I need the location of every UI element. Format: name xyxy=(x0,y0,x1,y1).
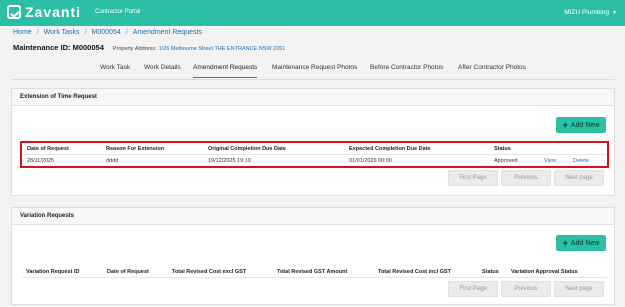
tab-after-contractor-photos[interactable]: After Contractor Photos xyxy=(458,64,526,78)
variation-add-new-button[interactable]: + Add New xyxy=(556,235,606,251)
organisation-menu[interactable]: MIZU Plumbing ▼ xyxy=(564,9,617,16)
extension-panel: Extension of Time Request + Add New Date … xyxy=(11,88,615,196)
plus-icon: + xyxy=(562,238,568,248)
col-expected-due: Expected Completion Due Date xyxy=(349,146,431,152)
breadcrumb-task-id[interactable]: M000054 xyxy=(92,29,121,36)
organisation-name: MIZU Plumbing xyxy=(564,9,610,16)
breadcrumb: Home / Work Tasks / M000054 / Amendment … xyxy=(13,27,202,37)
col-revised-cost-incl: Total Revised Cost incl GST xyxy=(378,269,451,275)
chevron-down-icon: ▼ xyxy=(612,10,617,16)
check-icon xyxy=(7,5,21,19)
col-variation-approval-status: Variation Approval Status xyxy=(511,269,578,275)
breadcrumb-separator: / xyxy=(125,28,128,36)
top-bar: Zavanti Contractor Portal MIZU Plumbing ▼ xyxy=(0,0,625,26)
portal-label: Contractor Portal xyxy=(95,9,141,15)
variation-panel: Variation Requests + Add New Variation Re… xyxy=(11,207,615,305)
previous-page-button[interactable]: Previous xyxy=(501,281,551,297)
view-link[interactable]: View xyxy=(544,158,556,164)
cell-status: Approved xyxy=(494,158,518,164)
previous-page-button[interactable]: Previous xyxy=(501,170,551,186)
col-revised-cost-excl: Total Revised Cost excl GST xyxy=(172,269,247,275)
cell-expected-due: 01/01/2026 00:00 xyxy=(349,158,392,164)
next-page-button[interactable]: Next page xyxy=(554,170,604,186)
logo-text: Zavanti xyxy=(25,4,82,20)
row-divider xyxy=(22,154,607,155)
plus-icon: + xyxy=(562,120,568,130)
breadcrumb-work-tasks[interactable]: Work Tasks xyxy=(44,29,80,36)
cell-date: 28/11/2025 xyxy=(27,158,55,164)
tab-amendment-requests[interactable]: Amendment Requests xyxy=(193,64,258,78)
tab-bar: Work Task Work Details Amendment Request… xyxy=(0,62,625,78)
tab-divider xyxy=(11,79,615,80)
logo[interactable]: Zavanti xyxy=(7,4,81,20)
tab-work-task[interactable]: Work Task xyxy=(100,64,130,78)
row-divider xyxy=(22,277,607,278)
page-title: Maintenance ID: M000054 xyxy=(13,43,104,52)
col-variation-request-id: Variation Request ID xyxy=(26,269,80,275)
tab-work-details[interactable]: Work Details xyxy=(144,64,181,78)
extension-panel-title: Extension of Time Request xyxy=(12,89,614,106)
add-new-label: Add New xyxy=(570,121,600,129)
breadcrumb-separator: / xyxy=(36,28,39,36)
col-reason: Reason For Extension xyxy=(106,146,165,152)
col-status: Status xyxy=(482,269,499,275)
col-original-due: Original Completion Due Date xyxy=(208,146,286,152)
delete-link[interactable]: Delete xyxy=(573,158,589,164)
col-date-of-request: Date of Request xyxy=(107,269,149,275)
breadcrumb-home[interactable]: Home xyxy=(13,29,32,36)
cell-original-due: 19/12/2025 19:19 xyxy=(208,158,251,164)
breadcrumb-separator: / xyxy=(84,28,87,36)
extension-add-new-button[interactable]: + Add New xyxy=(556,117,606,133)
col-status: Status xyxy=(494,146,511,152)
address-link[interactable]: 1/26 Melbourne Street THE ENTRANCE NSW 2… xyxy=(159,46,286,52)
add-new-label: Add New xyxy=(570,239,600,247)
page-header: Maintenance ID: M000054 Property Address… xyxy=(13,43,285,53)
cell-reason: dddd xyxy=(106,158,119,164)
address-label: Property Address: xyxy=(112,46,157,52)
breadcrumb-current: Amendment Requests xyxy=(132,28,202,36)
tab-before-contractor-photos[interactable]: Before Contractor Photos xyxy=(370,64,443,78)
tab-maintenance-request-photos[interactable]: Maintenance Request Photos xyxy=(272,64,357,78)
variation-panel-title: Variation Requests xyxy=(12,208,614,225)
col-revised-gst: Total Revised GST Amount xyxy=(277,269,348,275)
first-page-button[interactable]: First Page xyxy=(448,281,498,297)
col-date-of-request: Date of Request xyxy=(27,146,69,152)
next-page-button[interactable]: Next page xyxy=(554,281,604,297)
first-page-button[interactable]: First Page xyxy=(448,170,498,186)
